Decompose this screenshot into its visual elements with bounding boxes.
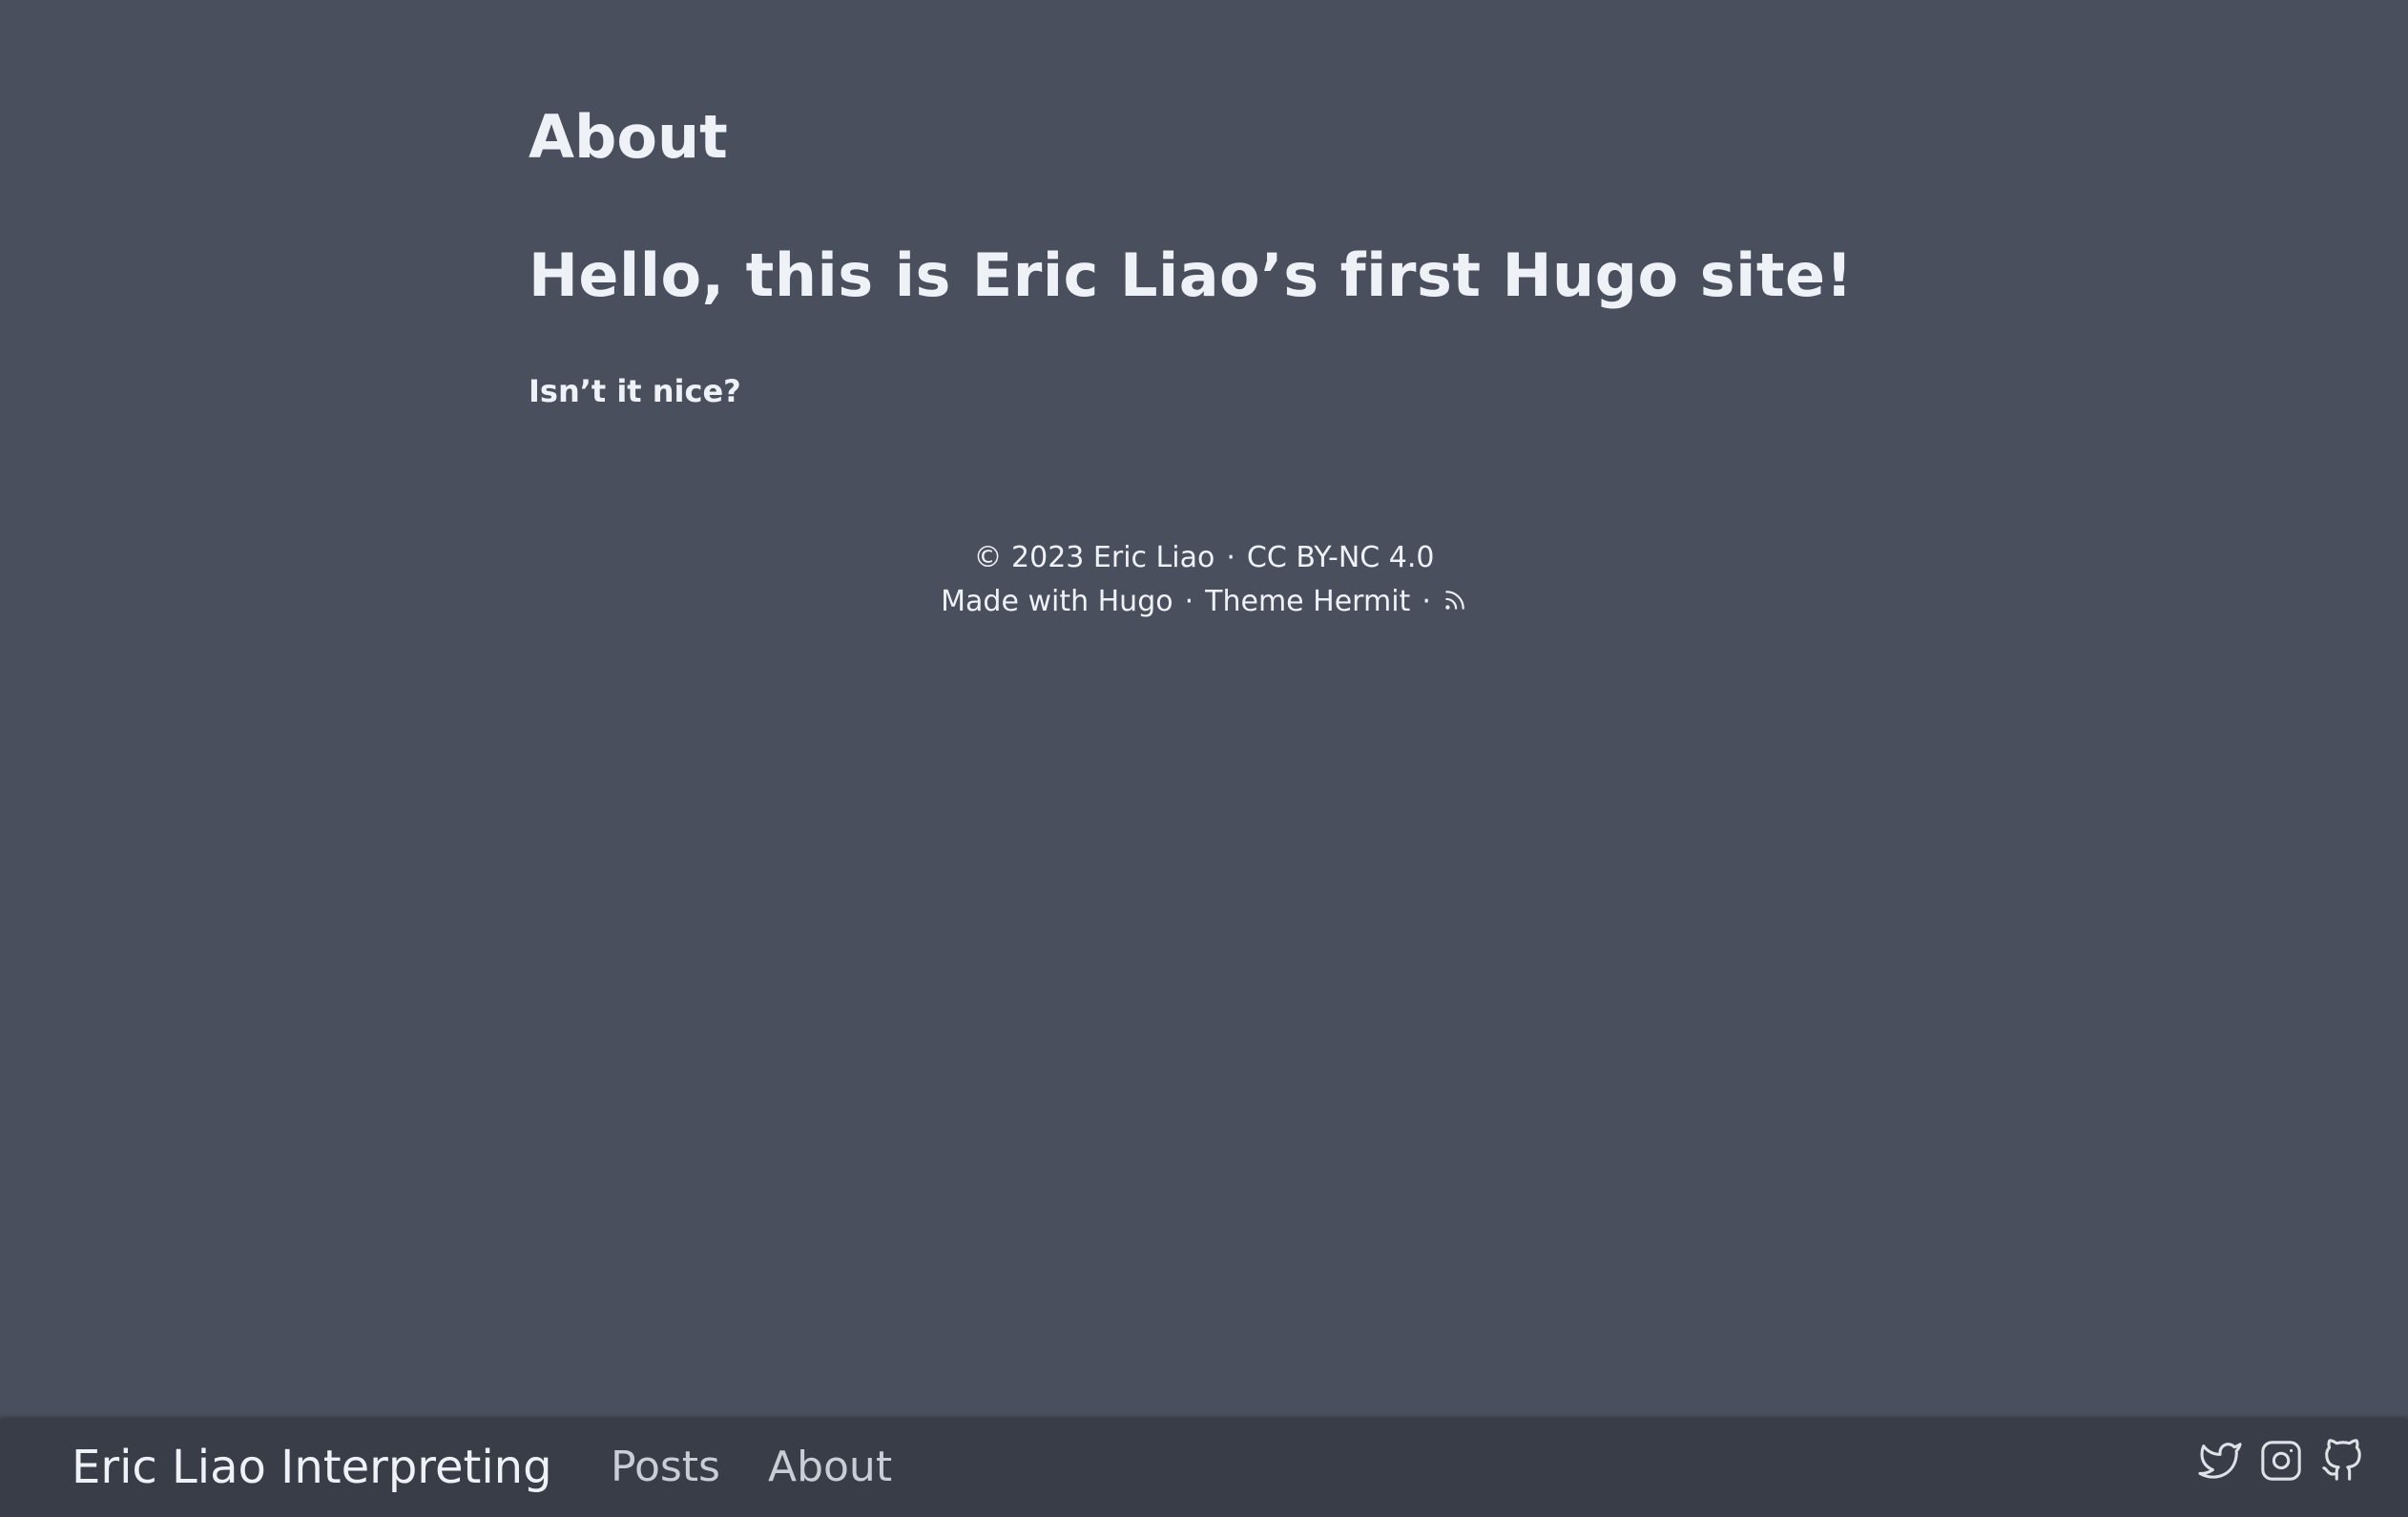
twitter-icon[interactable] (2198, 1439, 2242, 1483)
footer-separator: · (1422, 585, 1431, 618)
nav-item-posts[interactable]: Posts (611, 1439, 720, 1496)
instagram-icon[interactable] (2259, 1439, 2303, 1483)
page-title: About (529, 102, 728, 172)
footer-copyright-line: © 2023 Eric Liao · CC BY-NC 4.0 (0, 536, 2408, 580)
license-link[interactable]: CC BY-NC 4.0 (1247, 541, 1435, 574)
nav-item-about[interactable]: About (768, 1439, 892, 1496)
social-links (2198, 1439, 2364, 1483)
site-name-link[interactable]: Eric Liao Interpreting (72, 1439, 552, 1496)
footer-separator: · (1226, 541, 1235, 574)
copyright-text: © 2023 Eric Liao (973, 541, 1215, 574)
footer-separator: · (1184, 585, 1194, 618)
content-text: Isn’t it nice? (529, 373, 741, 409)
main-nav: Posts About (611, 1439, 892, 1496)
site-header: Eric Liao Interpreting Posts About (0, 1420, 2408, 1517)
theme-link[interactable]: Theme Hermit (1205, 585, 1410, 618)
rss-icon[interactable] (1443, 582, 1467, 610)
footer-credits-line: Made with Hugo · Theme Hermit · (0, 580, 2408, 624)
hugo-link[interactable]: Made with Hugo (941, 585, 1173, 618)
github-icon[interactable] (2320, 1439, 2364, 1483)
content-heading: Hello, this is Eric Liao’s first Hugo si… (529, 240, 1854, 310)
site-footer: © 2023 Eric Liao · CC BY-NC 4.0 Made with … (0, 536, 2408, 624)
